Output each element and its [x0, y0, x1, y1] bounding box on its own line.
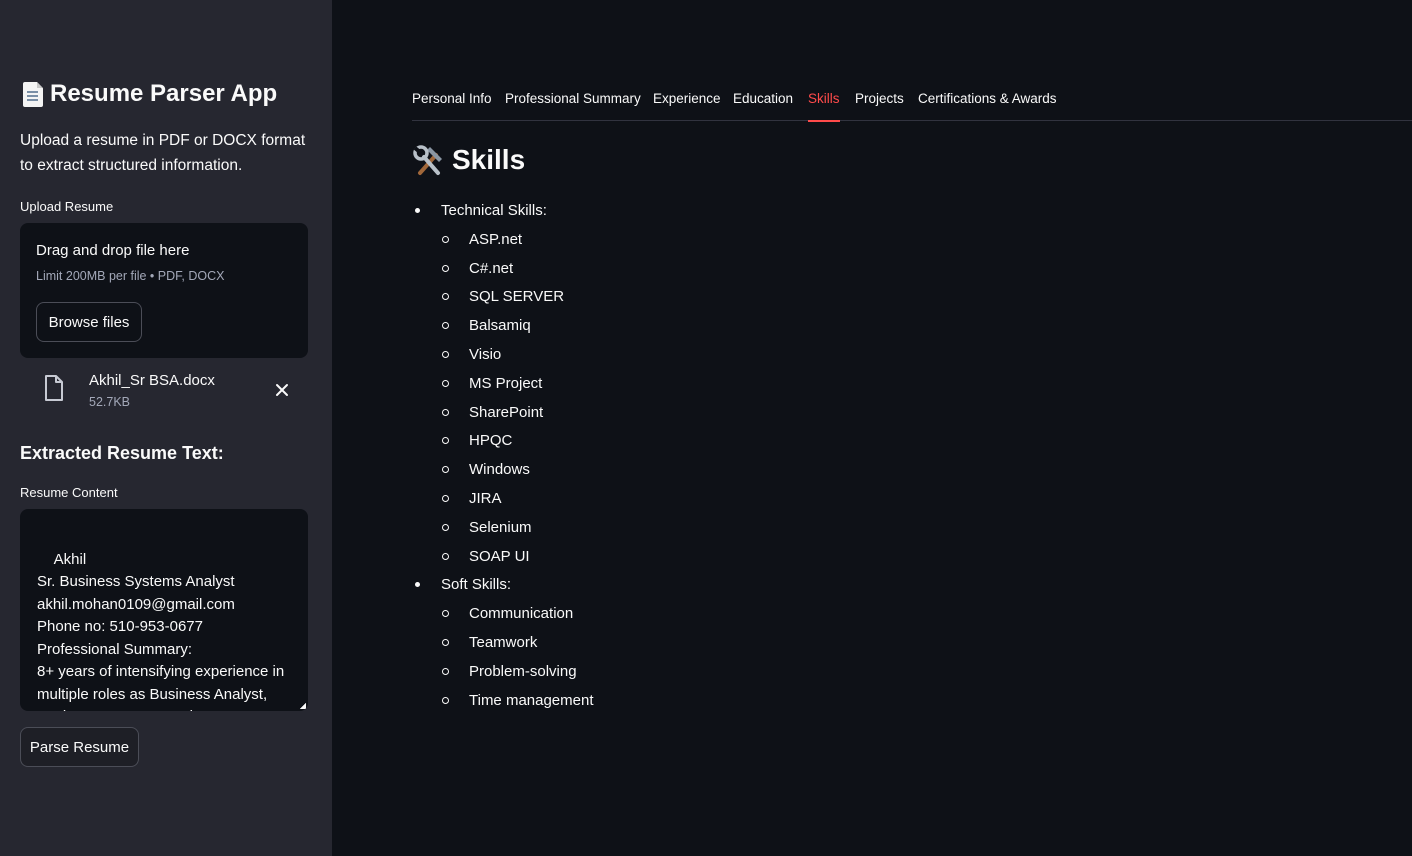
list-item: SQL SERVER [412, 284, 594, 313]
upload-label: Upload Resume [20, 199, 114, 214]
browse-files-button[interactable]: Browse files [36, 302, 142, 342]
tab-skills[interactable]: Skills [808, 88, 840, 122]
list-item: Time management [412, 688, 594, 717]
file-size: 52.7KB [89, 395, 131, 409]
skill-group-soft: Soft Skills: [412, 572, 594, 601]
extracted-text-heading: Extracted Resume Text: [20, 443, 224, 463]
list-item: Teamwork [412, 630, 594, 659]
page-facing-up-icon [20, 80, 44, 108]
resume-content-text: Akhil Sr. Business Systems Analyst akhil… [37, 550, 285, 712]
uploaded-file: Akhil_Sr BSA.docx 52.7KB [20, 366, 308, 416]
tab-bar: Personal Info Professional Summary Exper… [412, 88, 1412, 122]
parse-resume-button[interactable]: Parse Resume [20, 727, 139, 767]
list-item: Windows [412, 457, 594, 486]
list-item: Balsamiq [412, 313, 594, 342]
intro-text: Upload a resume in PDF or DOCX format to… [20, 132, 306, 174]
list-item: Communication [412, 601, 594, 630]
page-title-text: Skills [452, 144, 526, 175]
tab-education[interactable]: Education [733, 88, 793, 121]
list-item: C#.net [412, 256, 594, 285]
list-item: SharePoint [412, 400, 594, 429]
page-title: Skills [412, 143, 525, 177]
list-item: Selenium [412, 515, 594, 544]
file-dropzone[interactable]: Drag and drop file here Limit 200MB per … [20, 223, 308, 358]
skill-group-technical: Technical Skills: [412, 198, 594, 227]
close-icon[interactable] [272, 380, 292, 400]
list-item: ASP.net [412, 227, 594, 256]
list-item: SOAP UI [412, 544, 594, 573]
tab-projects[interactable]: Projects [855, 88, 904, 121]
file-name: Akhil_Sr BSA.docx [89, 372, 215, 389]
list-item: Visio [412, 342, 594, 371]
dropzone-title: Drag and drop file here [36, 242, 190, 259]
app-title: Resume Parser App [20, 80, 277, 108]
list-item: Problem-solving [412, 659, 594, 688]
sidebar: Resume Parser App Upload a resume in PDF… [0, 0, 332, 856]
resume-content-textarea[interactable]: Akhil Sr. Business Systems Analyst akhil… [20, 509, 308, 711]
tab-personal-info[interactable]: Personal Info [412, 88, 492, 121]
tab-professional-summary[interactable]: Professional Summary [505, 88, 641, 121]
app-title-text: Resume Parser App [50, 80, 278, 107]
list-item: HPQC [412, 428, 594, 457]
resume-content-label: Resume Content [20, 485, 118, 500]
dropzone-limit: Limit 200MB per file • PDF, DOCX [36, 269, 225, 283]
file-icon [45, 375, 63, 401]
list-item: JIRA [412, 486, 594, 515]
skills-list: Technical Skills: ASP.net C#.net SQL SER… [412, 198, 594, 716]
hammer-and-wrench-icon [413, 145, 442, 175]
resize-handle[interactable] [300, 703, 306, 709]
list-item: MS Project [412, 371, 594, 400]
tab-certifications-awards[interactable]: Certifications & Awards [918, 88, 1057, 121]
tab-experience[interactable]: Experience [653, 88, 721, 121]
